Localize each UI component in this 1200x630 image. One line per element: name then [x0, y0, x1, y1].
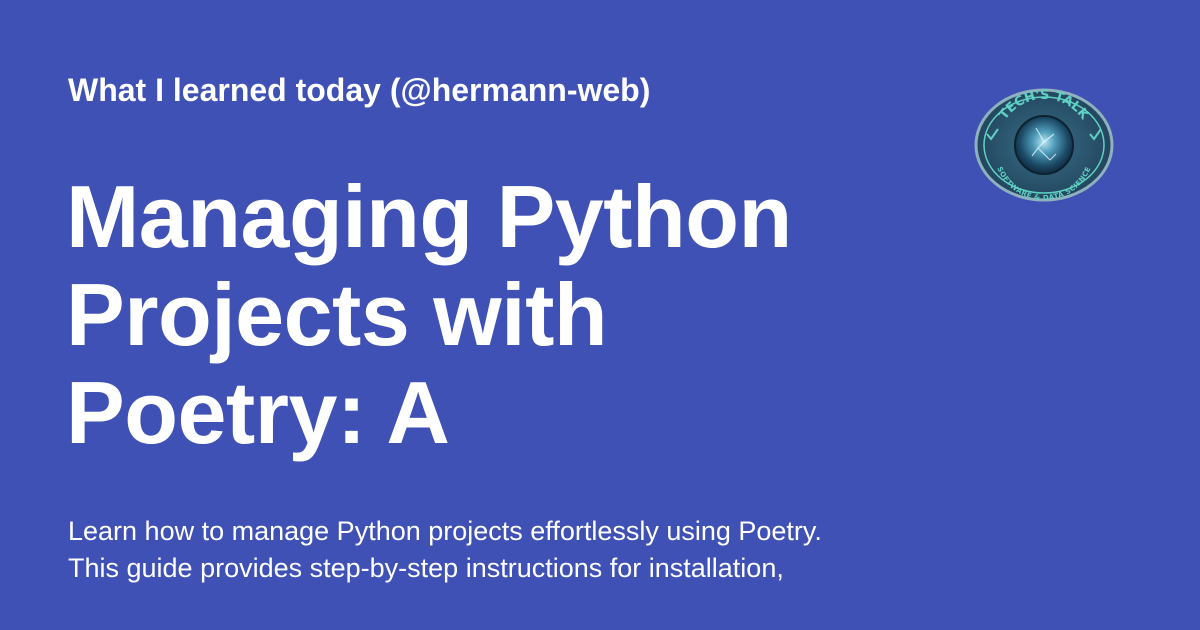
- post-description: Learn how to manage Python projects effo…: [68, 513, 928, 587]
- page-title: Managing Python Projects with Poetry: A: [66, 167, 792, 462]
- tech-talk-logo-icon: TECH'S TALK SOFTWARE & DATA SCIENCE: [974, 88, 1114, 202]
- description-line-1: Learn how to manage Python projects effo…: [68, 516, 822, 546]
- site-label: What I learned today (@hermann-web): [68, 72, 651, 108]
- description-line-2: This guide provides step-by-step instruc…: [68, 553, 784, 583]
